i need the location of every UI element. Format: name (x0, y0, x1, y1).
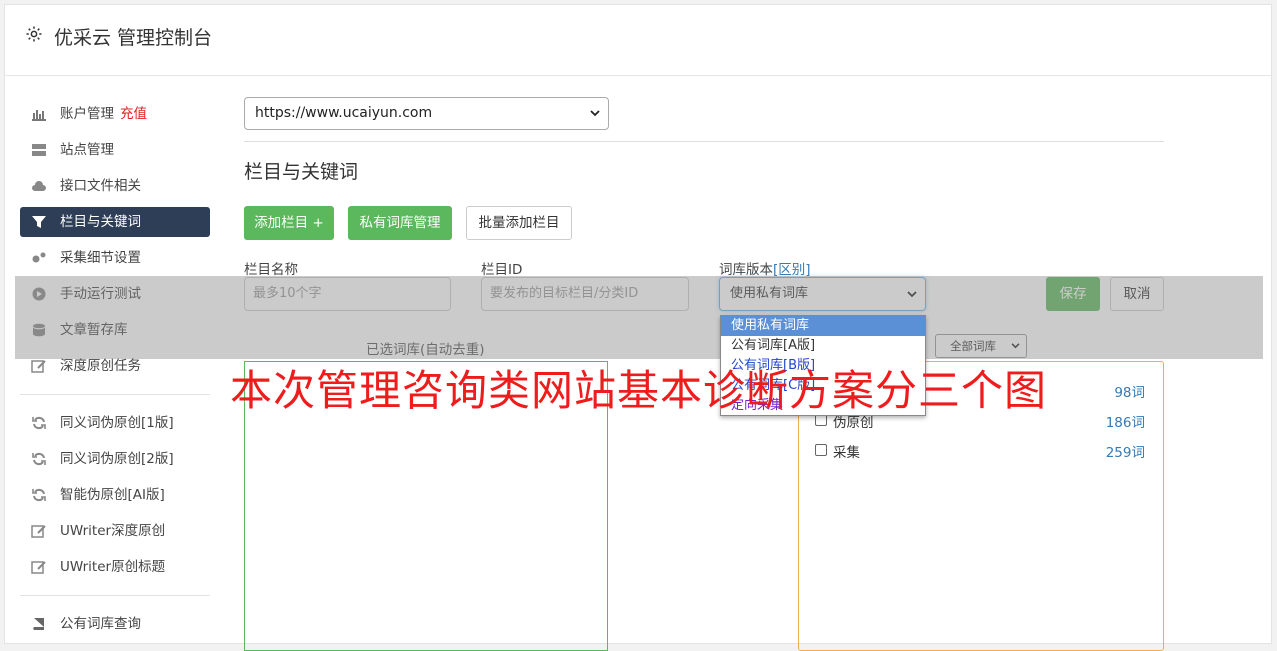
lib-checkbox[interactable] (815, 444, 827, 456)
sidebar-item-api[interactable]: 接口文件相关 (20, 171, 210, 201)
dropdown-option[interactable]: 公有词库[A版] (721, 336, 925, 356)
sidebar-item-ai-original[interactable]: 智能伪原创[AI版] (20, 480, 210, 510)
site-select-value: https://www.ucaiyun.com (255, 105, 433, 121)
sidebar-item-uwriter-deep[interactable]: UWriter深度原创 (20, 516, 210, 546)
edit-icon (31, 525, 46, 538)
filter-icon (32, 216, 46, 228)
lib-count[interactable]: 259词 (1106, 441, 1145, 461)
site-select[interactable]: https://www.ucaiyun.com (244, 97, 609, 130)
sidebar-item-uwriter-title[interactable]: UWriter原创标题 (20, 552, 210, 582)
add-column-button[interactable]: 添加栏目 + (244, 206, 334, 240)
sidebar-item-label: 接口文件相关 (60, 178, 141, 194)
sidebar-item-account[interactable]: 账户管理 充值 (20, 99, 210, 129)
refresh-icon (32, 416, 46, 430)
recharge-link[interactable]: 充值 (120, 106, 147, 122)
gears-icon (32, 252, 46, 263)
edit-icon (31, 561, 46, 574)
sidebar-item-collect-settings[interactable]: 采集细节设置 (20, 243, 210, 273)
sidebar-item-sites[interactable]: 站点管理 (20, 135, 210, 165)
sidebar-item-label: 栏目与关键词 (60, 214, 141, 230)
gear-icon (26, 26, 42, 42)
sidebar-item-public-lib[interactable]: 公有词库查询 (20, 609, 210, 639)
lib-count[interactable]: 186词 (1106, 411, 1145, 431)
refresh-icon (32, 452, 46, 466)
sidebar-item-label: 账户管理 (60, 106, 114, 122)
section-title: 栏目与关键词 (244, 161, 359, 183)
edit-icon (31, 360, 46, 373)
sidebar-divider (20, 394, 210, 395)
lib-count[interactable]: 98词 (1114, 381, 1145, 401)
column-name-label: 栏目名称 (244, 262, 298, 278)
sidebar-item-columns[interactable]: 栏目与关键词 (20, 207, 210, 237)
server-icon (32, 144, 46, 156)
divider (244, 141, 1164, 142)
header: 优采云 管理控制台 (5, 5, 1271, 76)
dropdown-option[interactable]: 使用私有词库 (721, 316, 925, 336)
overlay-band (15, 276, 1263, 359)
page-title: 优采云 管理控制台 (54, 27, 213, 49)
sidebar-item-label: 采集细节设置 (60, 250, 141, 266)
sidebar-item-synonym-v2[interactable]: 同义词伪原创[2版] (20, 444, 210, 474)
lib-name: 采集 (833, 445, 860, 461)
lib-item[interactable]: 采集 259词 (815, 441, 1145, 461)
bar-chart-icon (32, 110, 46, 121)
book-icon (33, 618, 44, 630)
private-lib-button[interactable]: 私有词库管理 (348, 206, 452, 240)
sidebar-item-label: 同义词伪原创[1版] (60, 415, 174, 431)
watermark-caption: 本次管理咨询类网站基本诊断方案分三个图 (230, 366, 1048, 415)
sidebar-item-label: 公有词库查询 (60, 616, 141, 632)
batch-add-button[interactable]: 批量添加栏目 (466, 206, 572, 240)
sidebar-item-label: 站点管理 (60, 142, 114, 158)
refresh-icon (32, 488, 46, 502)
sidebar-item-label: 智能伪原创[AI版] (60, 487, 165, 503)
sidebar-item-label: UWriter原创标题 (60, 559, 166, 575)
chevron-down-icon (590, 110, 600, 117)
sidebar-divider (20, 595, 210, 596)
lib-version-label: 词库版本[区别] (719, 258, 811, 278)
cloud-upload-icon (32, 181, 46, 191)
column-id-label: 栏目ID (481, 262, 523, 278)
sidebar-item-label: UWriter深度原创 (60, 523, 166, 539)
sidebar-item-synonym-v1[interactable]: 同义词伪原创[1版] (20, 408, 210, 438)
sidebar-item-label: 同义词伪原创[2版] (60, 451, 174, 467)
